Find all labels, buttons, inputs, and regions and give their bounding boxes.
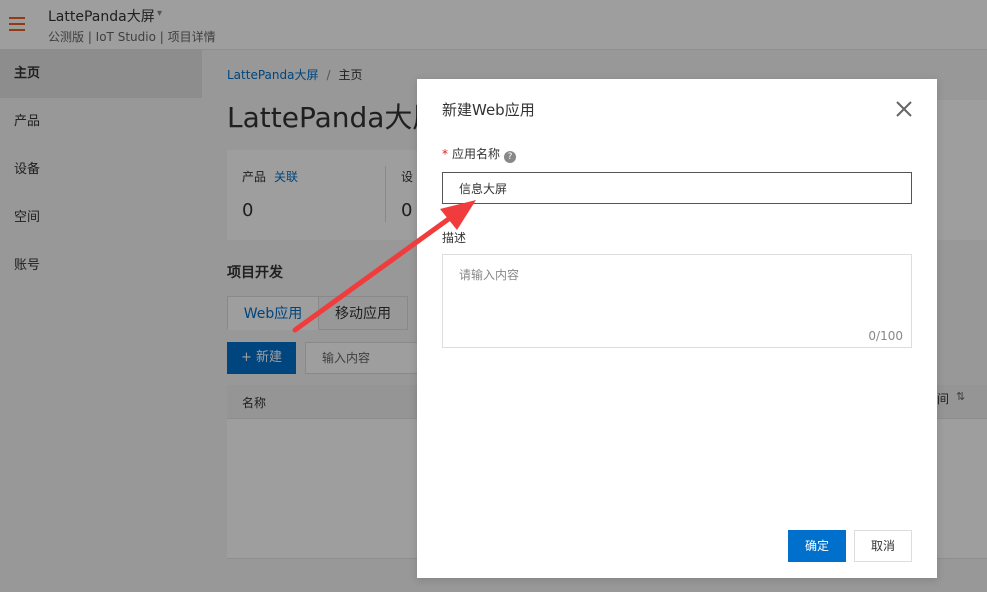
app-name-label: * 应用名称?: [442, 145, 517, 163]
confirm-button[interactable]: 确定: [788, 530, 846, 562]
close-icon[interactable]: [894, 99, 914, 119]
description-label: 描述: [442, 231, 467, 245]
new-web-app-dialog: 新建Web应用 * 应用名称? 描述 请输入内容 0/100 确定 取消: [417, 79, 937, 578]
cancel-button[interactable]: 取消: [854, 530, 912, 562]
description-textarea[interactable]: 请输入内容 0/100: [442, 254, 912, 348]
help-icon[interactable]: ?: [504, 151, 517, 163]
app-name-label-text: 应用名称: [452, 147, 501, 161]
dialog-title: 新建Web应用: [442, 101, 535, 119]
char-counter: 0/100: [868, 329, 903, 343]
description-placeholder: 请输入内容: [459, 268, 520, 282]
required-mark: *: [442, 147, 448, 161]
app-name-input[interactable]: [442, 172, 912, 204]
